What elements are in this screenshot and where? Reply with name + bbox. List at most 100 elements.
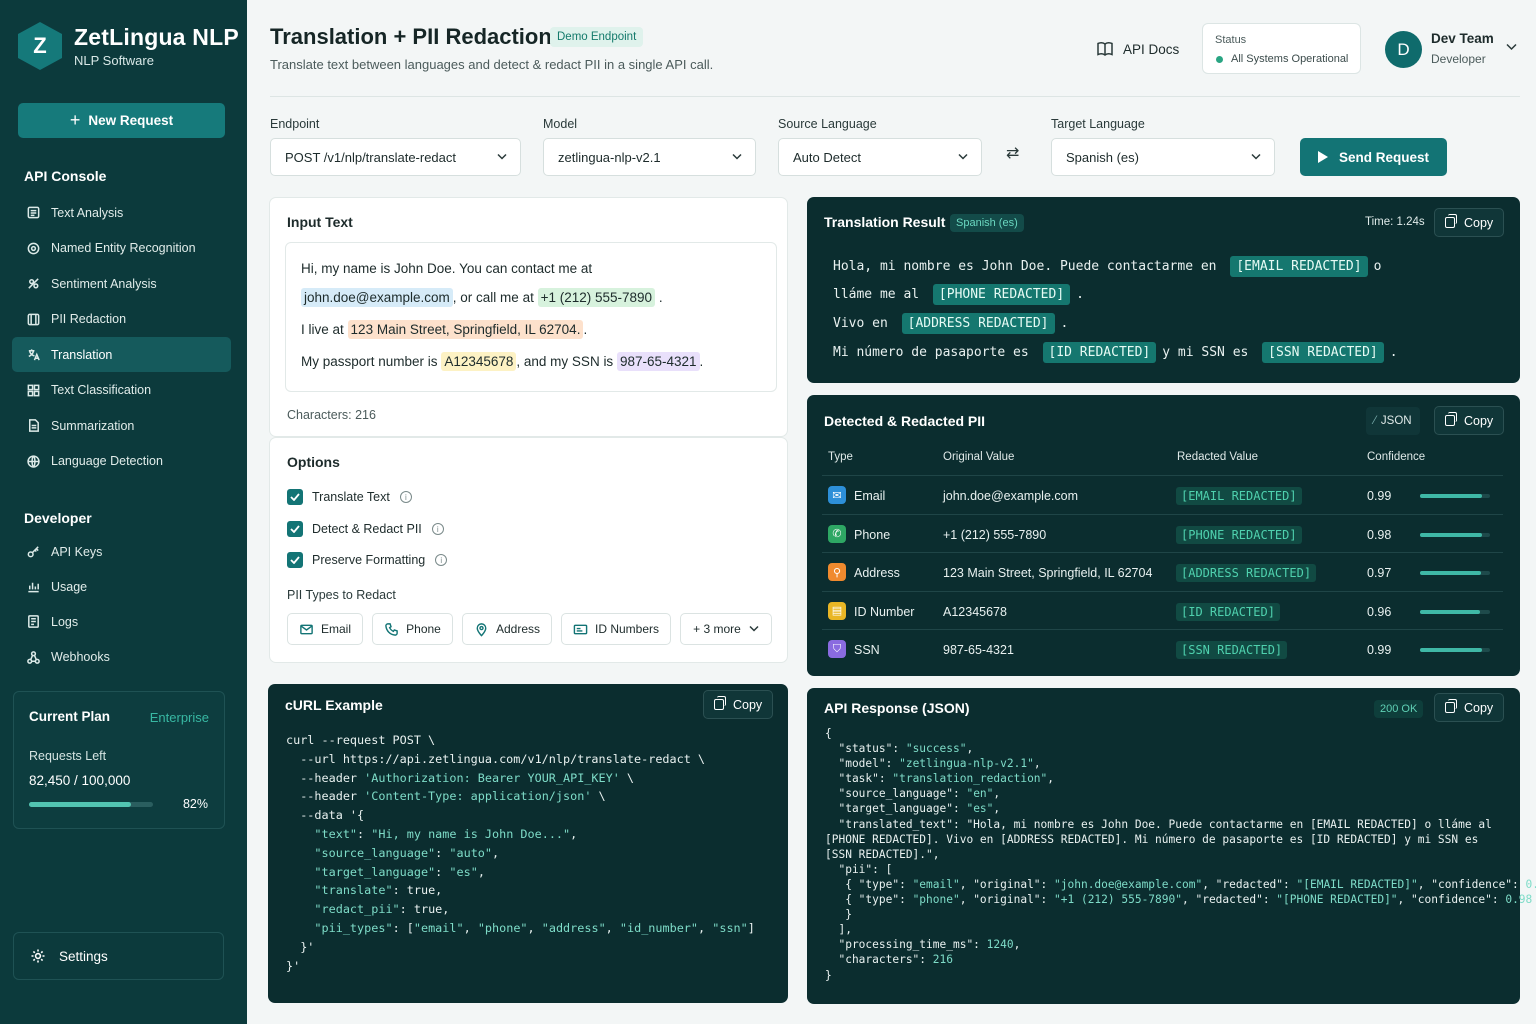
- translate-text-checkbox[interactable]: Translate Text i: [287, 489, 412, 505]
- pii-redacted: [ID REDACTED]: [1176, 602, 1280, 621]
- chip-id-numbers[interactable]: ID Numbers: [561, 613, 671, 645]
- email-icon: [300, 624, 313, 634]
- checkbox-checked-icon: [287, 552, 303, 568]
- code-line: --header 'Content-Type: application/json…: [286, 789, 606, 804]
- address-highlight: 123 Main Street, Springfield, IL 62704.: [347, 320, 584, 339]
- chevron-down-icon: [749, 625, 759, 632]
- copy-label: Copy: [1464, 215, 1494, 230]
- curl-title: cURL Example: [285, 697, 383, 713]
- chevron-down-icon[interactable]: [1506, 43, 1517, 51]
- copy-icon: [1445, 412, 1457, 426]
- usage-progress-fill: [29, 802, 131, 807]
- confidence-bar-fill: [1420, 571, 1482, 575]
- copy-button[interactable]: Copy: [703, 690, 774, 719]
- code-line: curl --request POST \: [286, 733, 436, 747]
- preserve-formatting-checkbox[interactable]: Preserve Formatting i: [287, 552, 448, 568]
- chevron-down-icon: [958, 153, 968, 160]
- copy-label: Copy: [733, 697, 763, 712]
- pii-redacted: [EMAIL REDACTED]: [1176, 487, 1302, 505]
- json-toggle[interactable]: ⁄ JSON: [1366, 407, 1420, 435]
- status-panel[interactable]: Status All Systems Operational: [1202, 23, 1361, 74]
- settings-button[interactable]: Settings: [13, 932, 224, 980]
- id-card-icon: ▤: [828, 601, 846, 620]
- sidebar-item-logs[interactable]: Logs: [12, 604, 231, 639]
- code-line: --url https://api.zetlingua.com/v1/nlp/t…: [286, 751, 706, 766]
- code-line: "characters": 216: [825, 953, 953, 967]
- plan-tier[interactable]: Enterprise: [150, 710, 209, 725]
- chevron-down-icon: [1251, 153, 1261, 160]
- code-line: "pii_types": ["email", "phone", "address…: [314, 920, 755, 935]
- table-row[interactable]: ⛉ SSN 987-65-4321 [SSN REDACTED] 0.99: [822, 629, 1503, 667]
- copy-button[interactable]: Copy: [1434, 693, 1505, 722]
- result-segment: lláme me al: [833, 287, 920, 302]
- chip-more[interactable]: + 3 more: [680, 613, 772, 645]
- info-icon[interactable]: i: [399, 491, 412, 503]
- sidebar-item-text-analysis[interactable]: Text Analysis: [12, 195, 231, 230]
- code-line: "source_language": "en",: [825, 787, 1001, 801]
- sidebar-item-webhooks[interactable]: Webhooks: [12, 640, 231, 675]
- sidebar-item-pii-redaction[interactable]: PII Redaction: [12, 302, 231, 337]
- pii-original: A12345678: [943, 604, 1007, 619]
- usage-icon: [25, 579, 41, 595]
- brand[interactable]: Z ZetLingua NLP NLP Software: [18, 22, 239, 70]
- app-name: ZetLingua NLP: [74, 24, 239, 50]
- sidebar-item-summarization[interactable]: Summarization: [12, 408, 231, 443]
- result-segment: .: [1389, 345, 1398, 360]
- api-response-panel: API Response (JSON) 200 OK Copy { "statu…: [807, 688, 1536, 1004]
- column-header-redacted: Redacted Value: [1177, 451, 1258, 463]
- user-name[interactable]: Dev Team: [1431, 31, 1494, 46]
- send-request-button[interactable]: Send Request: [1300, 138, 1447, 176]
- api-docs-label: API Docs: [1123, 41, 1180, 57]
- sidebar-item-usage[interactable]: Usage: [12, 569, 231, 604]
- api-docs-link[interactable]: API Docs: [1096, 40, 1179, 58]
- table-row[interactable]: ✆ Phone +1 (212) 555-7890 [PHONE REDACTED] 0…: [822, 513, 1503, 552]
- settings-label: Settings: [59, 948, 108, 964]
- sidebar-item-label: Text Analysis: [51, 205, 124, 220]
- curl-code-block[interactable]: curl --request POST \ --url https://api.…: [286, 731, 755, 975]
- sidebar-item-sentiment-analysis[interactable]: Sentiment Analysis: [12, 266, 231, 301]
- source-language-select[interactable]: Auto Detect: [778, 138, 982, 176]
- info-icon[interactable]: i: [431, 523, 444, 535]
- target-language-select[interactable]: Spanish (es): [1051, 138, 1275, 176]
- table-row[interactable]: ▤ ID Number A12345678 [ID REDACTED] 0.96: [822, 590, 1503, 629]
- copy-button[interactable]: Copy: [1434, 406, 1505, 435]
- info-icon[interactable]: i: [435, 554, 448, 566]
- table-row[interactable]: ⚲ Address 123 Main Street, Springfield, IL…: [822, 552, 1503, 590]
- chip-address[interactable]: Address: [462, 613, 552, 645]
- new-request-button[interactable]: + New Request: [18, 103, 225, 138]
- sidebar-item-language-detection[interactable]: Language Detection: [12, 444, 231, 479]
- table-row[interactable]: ✉ Email john.doe@example.com [EMAIL REDACTE…: [822, 475, 1503, 513]
- code-line: "processing_time_ms": 1240,: [825, 938, 1021, 952]
- sidebar-item-text-classification[interactable]: Text Classification: [12, 373, 231, 408]
- confidence-bar-fill: [1420, 532, 1482, 537]
- model-label: Model: [543, 117, 578, 131]
- input-text-card: Input Text Hi, my name is John Doe. You …: [269, 197, 788, 437]
- chip-phone[interactable]: Phone: [372, 613, 453, 645]
- phone-icon: ✆: [828, 524, 846, 543]
- model-value: zetlingua-nlp-v2.1: [558, 149, 661, 165]
- json-code-block[interactable]: { "status": "success", "model": "zetling…: [825, 726, 1536, 983]
- location-icon: ⚲: [828, 563, 846, 581]
- sidebar-item-translation[interactable]: Translation: [12, 337, 231, 372]
- endpoint-select[interactable]: POST /v1/nlp/translate-redact: [270, 138, 521, 176]
- model-select[interactable]: zetlingua-nlp-v2.1: [543, 138, 756, 176]
- confidence-bar-fill: [1420, 609, 1481, 614]
- usage-progress-bar: [29, 802, 153, 807]
- sidebar-item-label: Language Detection: [51, 454, 163, 468]
- input-text-segment: My passport number is: [301, 354, 438, 369]
- code-line: "status": "success",: [825, 742, 974, 756]
- curl-example-panel: cURL Example Copy curl --request POST \ …: [268, 684, 788, 1003]
- pii-type: Email: [854, 489, 886, 503]
- confidence-bar: [1420, 532, 1490, 537]
- swap-languages-icon[interactable]: ⇄: [1006, 143, 1019, 163]
- sidebar-item-api-keys[interactable]: API Keys: [12, 534, 231, 569]
- detect-redact-pii-checkbox[interactable]: Detect & Redact PII i: [287, 521, 444, 537]
- chip-email[interactable]: Email: [287, 613, 363, 645]
- code-line: "model": "zetlingua-nlp-v2.1",: [825, 757, 1041, 771]
- copy-button[interactable]: Copy: [1434, 208, 1505, 237]
- sidebar-item-named-entity-recognition[interactable]: Named Entity Recognition: [12, 231, 231, 266]
- input-textarea[interactable]: Hi, my name is John Doe. You can contact…: [285, 242, 777, 392]
- avatar[interactable]: D: [1385, 31, 1422, 68]
- id-redacted-tag: [ID REDACTED]: [1042, 342, 1157, 363]
- usage-percent: 82%: [182, 797, 208, 811]
